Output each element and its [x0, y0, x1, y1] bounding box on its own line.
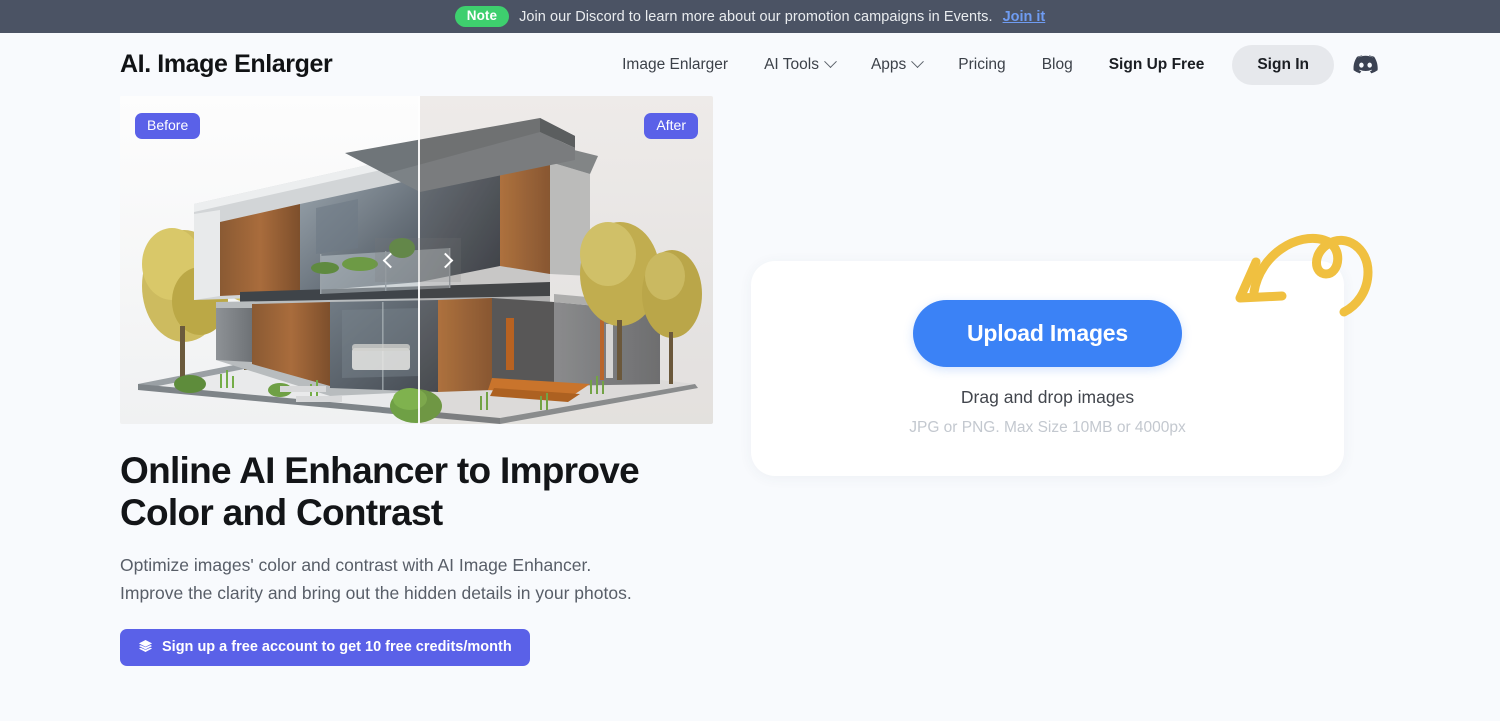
drag-drop-text: Drag and drop images [960, 387, 1135, 407]
upload-dropzone[interactable]: Upload Images Drag and drop images JPG o… [751, 234, 1373, 476]
notification-text: Join our Discord to learn more about our… [519, 8, 993, 25]
chevron-down-icon [824, 55, 837, 69]
free-credits-button[interactable]: Sign up a free account to get 10 free cr… [120, 628, 530, 666]
page-title: Online AI Enhancer to Improve Color and … [120, 450, 640, 533]
join-it-link[interactable]: Join it [1003, 9, 1046, 25]
sign-in-button[interactable]: Sign In [1232, 44, 1334, 85]
discord-icon[interactable] [1352, 52, 1378, 78]
chevron-down-icon [911, 55, 925, 69]
layers-icon [138, 640, 153, 653]
nav-label: Apps [870, 55, 907, 73]
nav-item-blog[interactable]: Blog [1024, 48, 1091, 82]
notification-bar: Note Join our Discord to learn more abou… [0, 0, 1500, 33]
upload-limits-text: JPG or PNG. Max Size 10MB or 4000px [909, 419, 1186, 436]
site-header: AI. Image Enlarger Image Enlarger AI Too… [0, 33, 1500, 96]
main-navigation: Image Enlarger AI Tools Apps Pricing Blo… [604, 44, 1378, 85]
before-after-comparison[interactable]: Before After [120, 96, 713, 424]
hero-left-column: Before After Online AI Enhancer to Impro… [120, 96, 715, 666]
comparison-slider-handle[interactable] [375, 238, 462, 282]
nav-item-sign-up-free[interactable]: Sign Up Free [1091, 48, 1223, 82]
nav-item-pricing[interactable]: Pricing [940, 48, 1023, 82]
nav-label: Image Enlarger [622, 55, 729, 73]
nav-label: Blog [1041, 55, 1073, 73]
after-label: After [644, 113, 698, 139]
chevron-right-icon [437, 252, 454, 268]
subcopy-line-1: Optimize images' color and contrast with… [120, 554, 592, 575]
nav-label: Pricing [958, 55, 1006, 73]
note-badge: Note [454, 6, 510, 27]
main-content: Before After Online AI Enhancer to Impro… [0, 96, 1500, 666]
upload-images-button[interactable]: Upload Images [913, 300, 1182, 367]
nav-item-image-enlarger[interactable]: Image Enlarger [604, 48, 746, 82]
chevron-left-icon [382, 252, 399, 268]
nav-item-apps[interactable]: Apps [853, 48, 940, 82]
nav-item-ai-tools[interactable]: AI Tools [746, 48, 853, 82]
before-label: Before [135, 113, 201, 139]
subcopy-line-2: Improve the clarity and bring out the hi… [120, 583, 632, 604]
hero-right-column: Upload Images Drag and drop images JPG o… [715, 96, 1380, 476]
curly-arrow-icon [1235, 234, 1373, 317]
free-credits-label: Sign up a free account to get 10 free cr… [162, 638, 512, 655]
nav-label: Sign Up Free [1108, 55, 1205, 73]
brand-logo[interactable]: AI. Image Enlarger [120, 50, 333, 79]
hero-subcopy: Optimize images' color and contrast with… [120, 551, 715, 608]
nav-label: AI Tools [764, 55, 819, 73]
